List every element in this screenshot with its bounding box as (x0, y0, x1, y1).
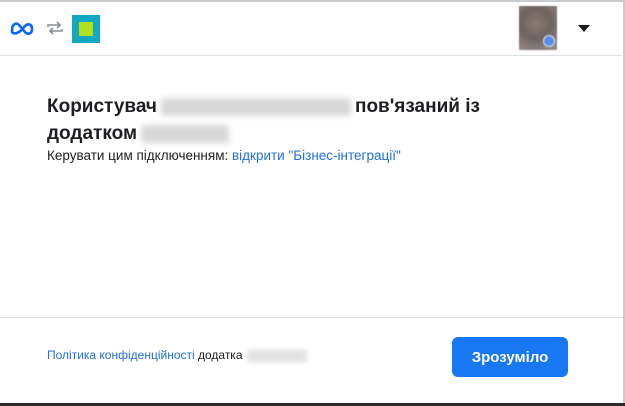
dialog-header (0, 2, 623, 56)
redacted-app-name (141, 124, 230, 143)
title-line2: додатком (47, 123, 138, 144)
business-integrations-link[interactable]: відкрити "Бізнес-інтеграції" (232, 148, 401, 163)
app-icon (72, 15, 100, 43)
footer-divider (0, 317, 623, 318)
policy-suffix: додатка (194, 348, 243, 362)
manage-connection-text: Керувати цим підключенням: відкрити "Біз… (47, 148, 401, 163)
manage-label: Керувати цим підключенням: (47, 148, 232, 163)
link-arrows-icon (47, 21, 63, 35)
redacted-user-name (160, 97, 351, 116)
ok-button[interactable]: Зрозуміло (452, 337, 568, 377)
user-avatar[interactable] (519, 6, 557, 50)
connection-title: Користувач пов'язаний із додатком (47, 93, 567, 147)
meta-logo-icon (10, 22, 34, 35)
redacted-app-name-small (246, 349, 307, 362)
caret-down-icon[interactable] (578, 25, 590, 32)
privacy-policy-text: Політика конфіденційності додатка (47, 348, 307, 362)
privacy-policy-link[interactable]: Політика конфіденційності (47, 348, 195, 362)
title-middle: пов'язаний із (354, 96, 480, 117)
title-prefix: Користувач (47, 96, 157, 117)
avatar-badge-icon (543, 35, 555, 47)
